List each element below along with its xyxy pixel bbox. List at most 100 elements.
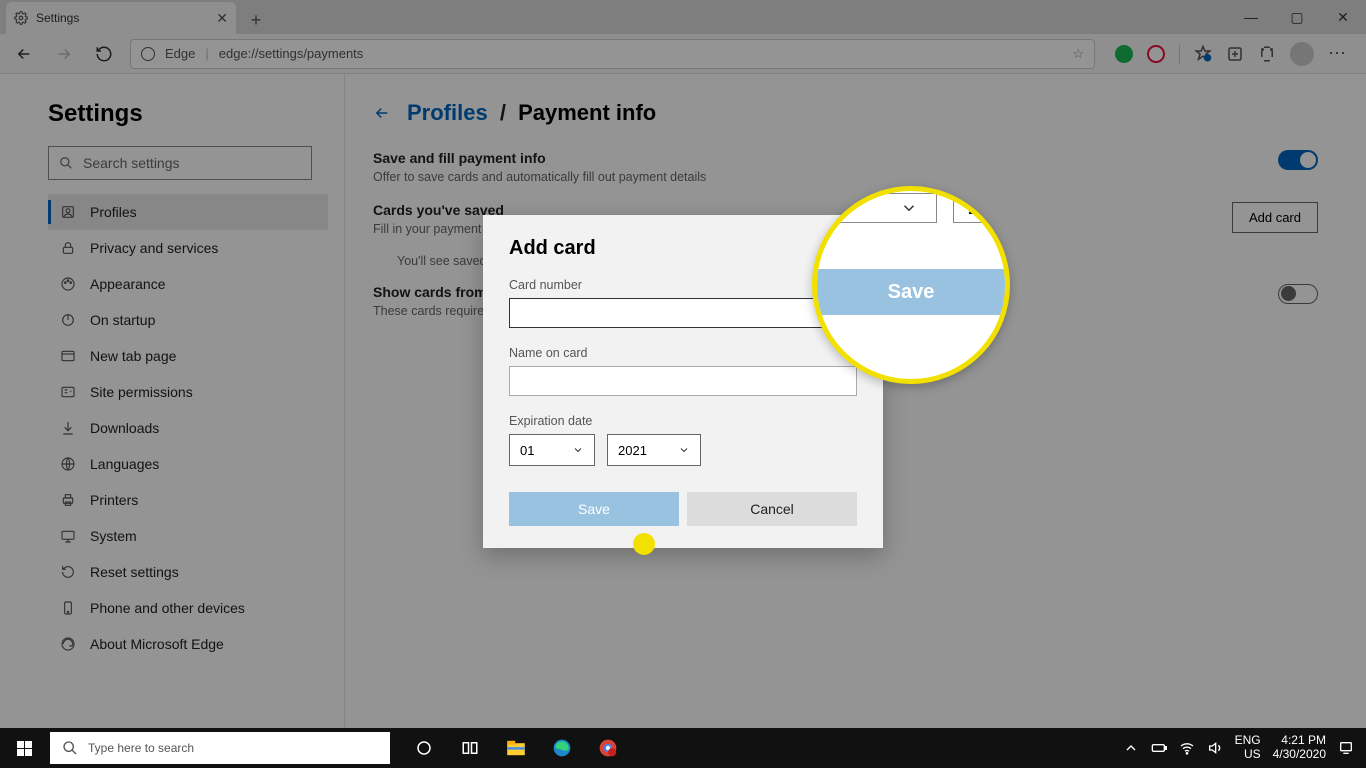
sidebar-item-privacy-and-services[interactable]: Privacy and services bbox=[48, 230, 328, 266]
sidebar-item-label: Downloads bbox=[90, 420, 159, 436]
dialog-cancel-button[interactable]: Cancel bbox=[687, 492, 857, 526]
address-url: edge://settings/payments bbox=[219, 46, 364, 61]
task-view-icon[interactable] bbox=[448, 728, 492, 768]
card-number-label: Card number bbox=[509, 278, 857, 292]
exp-year-value: 2021 bbox=[618, 443, 647, 458]
dialog-title: Add card bbox=[509, 237, 857, 260]
address-bar[interactable]: Edge | edge://settings/payments ☆ bbox=[130, 39, 1095, 69]
tab-strip: Settings ✕ + — ▢ ✕ bbox=[0, 0, 1366, 34]
highlight-pointer-dot bbox=[633, 533, 655, 555]
sidebar-item-label: New tab page bbox=[90, 348, 176, 364]
sidebar-item-languages[interactable]: Languages bbox=[48, 446, 328, 482]
forward-button[interactable] bbox=[50, 40, 78, 68]
sidebar-item-label: Profiles bbox=[90, 204, 137, 220]
sidebar-item-label: Appearance bbox=[90, 276, 166, 292]
sidebar-item-printers[interactable]: Printers bbox=[48, 482, 328, 518]
download-icon bbox=[60, 420, 76, 436]
collections-icon[interactable] bbox=[1226, 45, 1244, 63]
sidebar-item-label: Phone and other devices bbox=[90, 600, 245, 616]
search-placeholder: Search settings bbox=[83, 155, 180, 171]
expiration-label: Expiration date bbox=[509, 414, 857, 428]
magnifier-year-fragment: 2 bbox=[953, 193, 1005, 223]
taskbar-search[interactable]: Type here to search bbox=[50, 732, 390, 764]
sidebar-item-on-startup[interactable]: On startup bbox=[48, 302, 328, 338]
file-explorer-icon[interactable] bbox=[494, 728, 538, 768]
battery-icon[interactable] bbox=[1151, 740, 1167, 756]
favorites-icon[interactable] bbox=[1194, 45, 1212, 63]
setting-save-fill-title: Save and fill payment info bbox=[373, 150, 706, 166]
sidebar-item-new-tab-page[interactable]: New tab page bbox=[48, 338, 328, 374]
language-indicator[interactable]: ENG US bbox=[1235, 734, 1261, 762]
exp-month-select[interactable]: 01 bbox=[509, 434, 595, 466]
highlight-magnifier: 2 Save bbox=[812, 186, 1010, 384]
sidebar-item-label: Printers bbox=[90, 492, 138, 508]
magnifier-dropdown-fragment bbox=[817, 193, 937, 223]
window-maximize-button[interactable]: ▢ bbox=[1274, 0, 1320, 34]
windows-logo-icon bbox=[17, 741, 32, 756]
more-menu-icon[interactable]: ⋯ bbox=[1328, 43, 1348, 64]
sidebar-item-downloads[interactable]: Downloads bbox=[48, 410, 328, 446]
start-button[interactable] bbox=[0, 728, 48, 768]
refresh-button[interactable] bbox=[90, 40, 118, 68]
exp-year-select[interactable]: 2021 bbox=[607, 434, 701, 466]
cortana-icon[interactable] bbox=[402, 728, 446, 768]
toggle-other-devices[interactable] bbox=[1278, 284, 1318, 304]
toggle-save-fill[interactable] bbox=[1278, 150, 1318, 170]
breadcrumb-leaf: Payment info bbox=[518, 100, 656, 125]
system-icon bbox=[60, 528, 76, 544]
extension-icon-1[interactable] bbox=[1115, 45, 1133, 63]
extensions-icon[interactable] bbox=[1258, 45, 1276, 63]
sidebar-item-label: Site permissions bbox=[90, 384, 193, 400]
sidebar-item-profiles[interactable]: Profiles bbox=[48, 194, 328, 230]
chevron-down-icon bbox=[678, 444, 690, 456]
wifi-icon[interactable] bbox=[1179, 740, 1195, 756]
clock[interactable]: 4:21 PM 4/30/2020 bbox=[1273, 734, 1326, 762]
search-icon bbox=[59, 156, 73, 170]
system-tray: ENG US 4:21 PM 4/30/2020 bbox=[1123, 734, 1366, 762]
globe-icon bbox=[60, 456, 76, 472]
chevron-down-icon bbox=[900, 199, 918, 217]
gear-icon bbox=[14, 11, 28, 25]
notifications-icon[interactable] bbox=[1338, 740, 1354, 756]
tab-close-icon[interactable]: ✕ bbox=[216, 10, 228, 27]
sidebar-item-system[interactable]: System bbox=[48, 518, 328, 554]
new-tab-button[interactable]: + bbox=[242, 6, 270, 34]
profile-avatar[interactable] bbox=[1290, 42, 1314, 66]
browser-tab[interactable]: Settings ✕ bbox=[6, 2, 236, 34]
edge-taskbar-icon[interactable] bbox=[540, 728, 584, 768]
name-on-card-input[interactable] bbox=[509, 366, 857, 396]
breadcrumb-root[interactable]: Profiles bbox=[407, 100, 488, 125]
favorite-star-icon[interactable]: ☆ bbox=[1072, 46, 1084, 62]
extension-area: ⋯ bbox=[1107, 42, 1356, 66]
exp-month-value: 01 bbox=[520, 443, 534, 458]
chevron-down-icon bbox=[572, 444, 584, 456]
toolbar-divider bbox=[1179, 44, 1180, 64]
newtab-icon bbox=[60, 348, 76, 364]
phone-icon bbox=[60, 600, 76, 616]
setting-save-fill-subtitle: Offer to save cards and automatically fi… bbox=[373, 170, 706, 184]
window-minimize-button[interactable]: — bbox=[1228, 0, 1274, 34]
tab-title: Settings bbox=[36, 11, 79, 25]
address-brand: Edge bbox=[165, 46, 195, 61]
name-on-card-label: Name on card bbox=[509, 346, 857, 360]
sidebar-item-label: System bbox=[90, 528, 137, 544]
settings-search[interactable]: Search settings bbox=[48, 146, 312, 180]
chrome-taskbar-icon[interactable] bbox=[586, 728, 630, 768]
sidebar-item-reset-settings[interactable]: Reset settings bbox=[48, 554, 328, 590]
sidebar-item-about-microsoft-edge[interactable]: About Microsoft Edge bbox=[48, 626, 328, 662]
sidebar-item-phone-and-other-devices[interactable]: Phone and other devices bbox=[48, 590, 328, 626]
breadcrumb-back-icon[interactable] bbox=[373, 104, 391, 122]
card-number-input[interactable] bbox=[509, 298, 857, 328]
back-button[interactable] bbox=[10, 40, 38, 68]
dialog-save-button[interactable]: Save bbox=[509, 492, 679, 526]
extension-icon-2[interactable] bbox=[1147, 45, 1165, 63]
sidebar-item-label: About Microsoft Edge bbox=[90, 636, 224, 652]
add-card-button[interactable]: Add card bbox=[1232, 202, 1318, 233]
window-close-button[interactable]: ✕ bbox=[1320, 0, 1366, 34]
sidebar-item-appearance[interactable]: Appearance bbox=[48, 266, 328, 302]
volume-icon[interactable] bbox=[1207, 740, 1223, 756]
search-icon bbox=[62, 740, 78, 756]
sidebar-item-site-permissions[interactable]: Site permissions bbox=[48, 374, 328, 410]
magnifier-save-button: Save bbox=[817, 269, 1005, 315]
tray-chevron-icon[interactable] bbox=[1123, 740, 1139, 756]
